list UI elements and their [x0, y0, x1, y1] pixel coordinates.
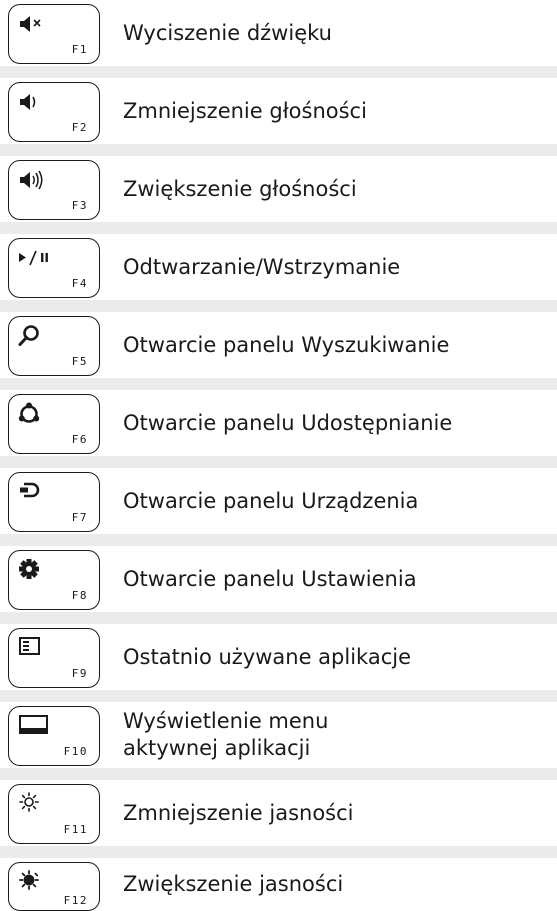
share-icon	[18, 402, 79, 427]
row-description: Otwarcie panelu Ustawienia	[123, 566, 417, 591]
key-f8: F8	[8, 550, 100, 610]
list-item: F8 Otwarcie panelu Ustawienia	[0, 546, 557, 624]
key-f10: F10	[8, 706, 100, 766]
key-label: F8	[71, 589, 88, 602]
list-item: F5 Otwarcie panelu Wyszukiwanie	[0, 312, 557, 390]
recent-apps-icon	[19, 637, 79, 661]
key-f1: F1	[8, 4, 100, 64]
list-item: F1 Wyciszenie dźwięku	[0, 0, 557, 78]
list-item: F4 Odtwarzanie/Wstrzymanie	[0, 234, 557, 312]
key-label: F4	[71, 277, 88, 290]
list-item: F9 Ostatnio używane aplikacje	[0, 624, 557, 702]
key-f3: F3	[8, 160, 100, 220]
key-label: F3	[71, 199, 88, 212]
list-item: F11 Zmniejszenie jasności	[0, 780, 557, 858]
row-description: Zmniejszenie głośności	[123, 98, 367, 123]
gear-icon	[19, 559, 79, 583]
row-description-line: aktywnej aplikacji	[123, 736, 311, 760]
key-label: F6	[71, 433, 88, 446]
key-label: F9	[71, 667, 88, 680]
list-item: F12 Zwiększenie jasności	[0, 858, 557, 911]
key-label: F7	[71, 511, 88, 524]
list-item: F2 Zmniejszenie głośności	[0, 78, 557, 156]
key-f6: F6	[8, 394, 100, 454]
key-label: F10	[63, 745, 88, 758]
brightness-up-icon	[19, 870, 79, 895]
list-item: F6 Otwarcie panelu Udostępnianie	[0, 390, 557, 468]
search-icon	[18, 325, 79, 349]
key-label: F11	[63, 823, 88, 836]
row-description: Otwarcie panelu Urządzenia	[123, 488, 419, 513]
key-label: F12	[63, 894, 88, 907]
brightness-down-icon	[19, 792, 79, 817]
row-description-line: Wyświetlenie menu	[123, 709, 329, 733]
list-item: F3 Zwiększenie głośności	[0, 156, 557, 234]
row-description: Zmniejszenie jasności	[123, 800, 354, 825]
row-description: Otwarcie panelu Wyszukiwanie	[123, 332, 450, 357]
list-item: F7 Otwarcie panelu Urządzenia	[0, 468, 557, 546]
row-description: Ostatnio używane aplikacje	[123, 644, 412, 669]
row-description: Odtwarzanie/Wstrzymanie	[123, 254, 401, 279]
key-f7: F7	[8, 472, 100, 532]
key-f5: F5	[8, 316, 100, 376]
key-f9: F9	[8, 628, 100, 688]
key-label: F5	[71, 355, 88, 368]
play-pause-icon	[19, 247, 79, 271]
key-label: F1	[71, 43, 88, 56]
row-description: Zwiększenie jasności	[123, 872, 344, 896]
volume-up-icon	[19, 169, 79, 193]
app-menu-icon	[19, 715, 79, 739]
key-f12: F12	[8, 862, 100, 911]
row-description: Zwiększenie głośności	[123, 176, 357, 201]
mute-icon	[19, 13, 79, 37]
key-label: F2	[71, 121, 88, 134]
devices-icon	[19, 481, 79, 505]
key-f11: F11	[8, 784, 100, 844]
list-item: F10 Wyświetlenie menu aktywnej aplikacji	[0, 702, 557, 780]
row-description: Wyświetlenie menu aktywnej aplikacji	[123, 702, 553, 768]
row-description: Wyciszenie dźwięku	[123, 20, 332, 45]
key-f2: F2	[8, 82, 100, 142]
key-f4: F4	[8, 238, 100, 298]
volume-down-icon	[19, 91, 79, 115]
row-description: Otwarcie panelu Udostępnianie	[123, 410, 453, 435]
